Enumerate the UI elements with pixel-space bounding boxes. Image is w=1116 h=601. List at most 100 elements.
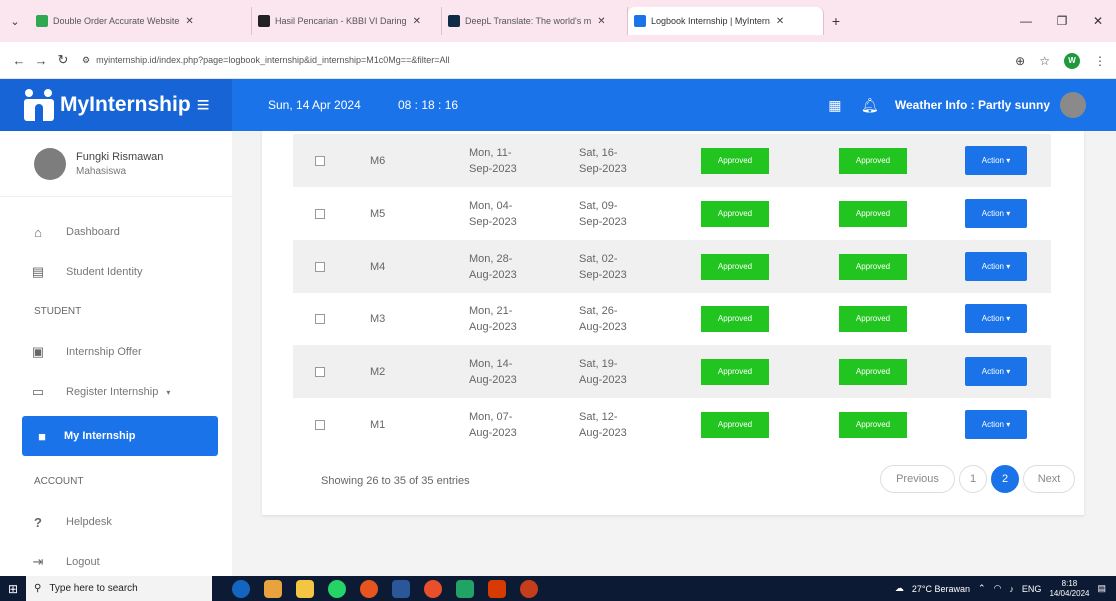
weather-info: Weather Info : Partly sunny (894, 98, 1050, 112)
next-page-button[interactable]: Next (1023, 465, 1075, 493)
close-icon[interactable]: ✕ (597, 16, 605, 27)
row-checkbox[interactable] (315, 292, 325, 345)
header-avatar[interactable] (1060, 92, 1086, 118)
zoom-icon[interactable]: ⊕ (1015, 54, 1025, 68)
sidebar-item-label: My Internship (64, 430, 136, 442)
tab-search-icon[interactable]: ⌄ (0, 15, 30, 28)
close-window-icon[interactable]: ✕ (1080, 14, 1116, 28)
end-date-line1: Sat, 09- (579, 199, 618, 212)
page-1-button[interactable]: 1 (959, 465, 987, 493)
chrome-icon[interactable] (360, 579, 378, 598)
previous-page-button[interactable]: Previous (880, 465, 955, 493)
week-code: M5 (370, 207, 386, 220)
kbbi-icon (258, 15, 270, 27)
hamburger-menu-icon[interactable]: ≡ (197, 92, 210, 118)
close-icon[interactable]: ✕ (776, 16, 784, 27)
table-row: M1 Mon, 07- Aug-2023 Sat, 12- Aug-2023 Approv… (293, 398, 1051, 451)
action-button[interactable]: Action ▾ (965, 199, 1027, 228)
sidebar-item-label: Helpdesk (66, 516, 112, 528)
close-icon[interactable]: ✕ (185, 16, 193, 27)
status-badge: Approved (701, 358, 769, 385)
bookmark-star-icon[interactable]: ☆ (1039, 54, 1050, 68)
sidebar-item-dashboard[interactable]: ⌂ Dashboard (0, 212, 232, 252)
sidebar-item-internship-offer[interactable]: ▣ Internship Offer (0, 332, 232, 372)
powerpoint-icon[interactable] (520, 579, 538, 598)
start-date-line2: Aug-2023 (469, 320, 517, 333)
row-checkbox[interactable] (315, 345, 325, 398)
windows-start-icon[interactable]: ⊞ (0, 582, 26, 596)
calendar-icon[interactable]: ▦ (827, 97, 843, 114)
start-date: Mon, 07- Aug-2023 (469, 398, 517, 451)
start-date-line1: Mon, 28- (469, 252, 513, 265)
tab-title: Hasil Pencarian - KBBI VI Daring (275, 16, 407, 26)
browser-tab[interactable]: Double Order Accurate Website ✕ (30, 7, 252, 35)
minimize-icon[interactable]: — (1008, 14, 1044, 28)
end-date: Sat, 02- Sep-2023 (579, 240, 627, 293)
sidebar-item-logout[interactable]: ⇥ Logout (0, 542, 232, 576)
sidebar-item-label: Dashboard (66, 226, 120, 238)
sidebar-item-helpdesk[interactable]: ? Helpdesk (0, 502, 232, 542)
forward-icon[interactable]: → (30, 53, 52, 68)
status-badge: Approved (701, 305, 769, 332)
back-icon[interactable]: ← (8, 53, 30, 68)
acrobat-icon[interactable] (488, 579, 506, 598)
notification-icon[interactable]: ▤ (1097, 583, 1106, 594)
end-date-line1: Sat, 02- (579, 252, 618, 265)
volume-icon[interactable]: ♪ (1009, 584, 1014, 594)
bell-icon[interactable]: 🔔︎ (861, 97, 879, 114)
action-button[interactable]: Action ▾ (965, 146, 1027, 175)
end-date-line1: Sat, 12- (579, 410, 618, 423)
page-2-button[interactable]: 2 (991, 465, 1019, 493)
sidebar-item-student-identity[interactable]: ▤ Student Identity (0, 252, 232, 292)
weather-icon: ☁ (894, 583, 904, 593)
new-tab-button[interactable]: + (824, 13, 848, 29)
wifi-icon[interactable]: ◠ (994, 583, 1002, 594)
action-button[interactable]: Action ▾ (965, 410, 1027, 439)
tray-language[interactable]: ENG (1022, 584, 1042, 594)
browser-tab-active[interactable]: Logbook Internship | MyIntern ✕ (628, 7, 824, 35)
tray-chevron-icon[interactable]: ⌃ (978, 583, 986, 594)
row-checkbox[interactable] (315, 398, 325, 451)
action-button[interactable]: Action ▾ (965, 357, 1027, 386)
tray-weather[interactable]: 27°C Berawan (912, 584, 970, 594)
start-date: Mon, 28- Aug-2023 (469, 240, 517, 293)
sidebar-item-register-internship[interactable]: ▭ Register Internship ▾ (0, 372, 232, 412)
logout-icon: ⇥ (32, 554, 44, 569)
row-checkbox[interactable] (315, 240, 325, 293)
status-badge: Approved (839, 305, 907, 332)
user-name: Fungki Rismawan (76, 150, 164, 163)
main-content: M6 Mon, 11- Sep-2023 Sat, 16- Sep-2023 Approv… (232, 131, 1116, 576)
url-field[interactable]: ⚙ myinternship.id/index.php?page=logbook… (82, 55, 450, 66)
browser-menu-icon[interactable]: ⋮ (1094, 54, 1106, 68)
end-date: Sat, 16- Sep-2023 (579, 134, 627, 187)
end-date-line1: Sat, 19- (579, 357, 618, 370)
restore-icon[interactable]: ❐ (1044, 14, 1080, 28)
excel-icon[interactable] (456, 579, 474, 598)
row-checkbox[interactable] (315, 134, 325, 187)
end-date: Sat, 19- Aug-2023 (579, 345, 627, 398)
window-controls: — ❐ ✕ (1008, 0, 1116, 42)
status-badge: Approved (839, 147, 907, 174)
profile-avatar[interactable]: W (1064, 52, 1080, 69)
taskbar-search[interactable]: ⚲ Type here to search (26, 576, 212, 601)
whatsapp-icon[interactable] (328, 579, 346, 598)
action-button[interactable]: Action ▾ (965, 304, 1027, 333)
browser-tab[interactable]: DeepL Translate: The world's m ✕ (442, 7, 628, 35)
store-icon[interactable] (264, 579, 282, 598)
word-icon[interactable] (392, 579, 410, 598)
site-info-icon[interactable]: ⚙ (82, 55, 90, 66)
brand[interactable]: MyInternship ≡ (0, 79, 232, 131)
row-checkbox[interactable] (315, 187, 325, 240)
end-date-line2: Aug-2023 (579, 373, 627, 386)
browser-tab[interactable]: Hasil Pencarian - KBBI VI Daring ✕ (252, 7, 442, 35)
action-button[interactable]: Action ▾ (965, 252, 1027, 281)
reload-icon[interactable]: ↻ (52, 52, 74, 68)
edge-icon[interactable] (232, 579, 250, 598)
sidebar-item-my-internship[interactable]: ■ My Internship (22, 416, 218, 456)
file-explorer-icon[interactable] (296, 579, 314, 598)
clock[interactable]: 8:18 14/04/2024 (1049, 579, 1089, 599)
table-row: M4 Mon, 28- Aug-2023 Sat, 02- Sep-2023 Approv… (293, 240, 1051, 293)
user-role: Mahasiswa (76, 165, 127, 177)
chrome-profile-icon[interactable] (424, 579, 442, 598)
close-icon[interactable]: ✕ (413, 16, 421, 27)
